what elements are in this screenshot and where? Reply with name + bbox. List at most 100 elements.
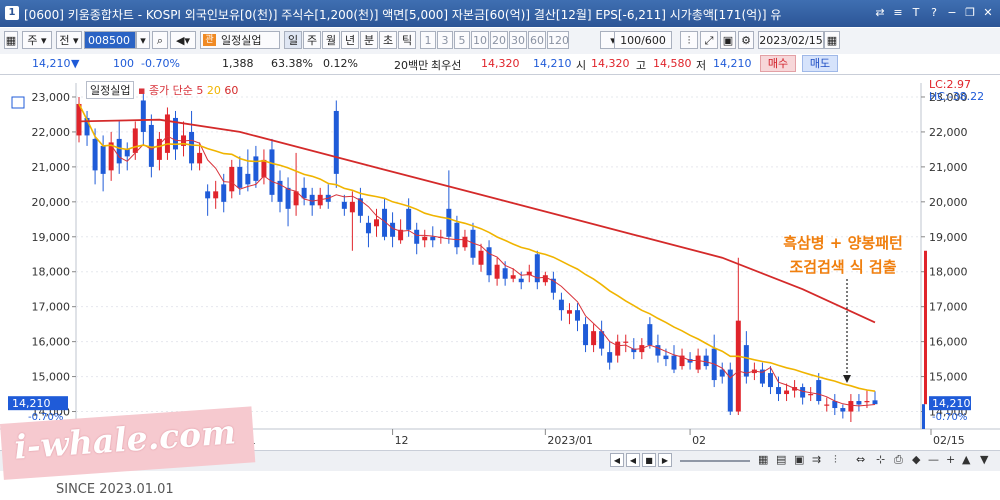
interval-button-5[interactable]: 5: [454, 31, 470, 49]
link-icon[interactable]: ⇄: [872, 4, 888, 21]
stop-icon[interactable]: ■: [642, 453, 656, 467]
first-icon[interactable]: ◀: [610, 453, 624, 467]
restore-icon[interactable]: ❐: [962, 4, 978, 21]
amount-label: 20백만: [394, 59, 429, 72]
x-tick-label-4: 02/15: [933, 434, 965, 447]
count-input[interactable]: 100/600: [614, 31, 672, 49]
buy-button[interactable]: 매수: [760, 55, 796, 72]
layout-icon[interactable]: ▦: [4, 31, 18, 49]
fit-icon[interactable]: ⇔: [856, 453, 865, 466]
volume-ratio: 63.38%: [271, 57, 313, 70]
down-arrow-icon: ▼: [71, 57, 80, 70]
period-button-2[interactable]: 월: [322, 31, 340, 49]
sound-icon[interactable]: ◀▾: [170, 31, 196, 49]
crosshair-icon[interactable]: ⊹: [876, 453, 885, 466]
stock-code-input[interactable]: 008500: [84, 31, 136, 49]
candle-body-54: [510, 275, 516, 279]
right-tick-label-16000: 16,000: [929, 336, 968, 349]
x-tick-label-1: 12: [395, 434, 409, 447]
candle-body-86: [767, 373, 773, 388]
candle-body-58: [542, 275, 548, 283]
best-quote-label: 최우선: [431, 59, 462, 72]
low-label: 저: [696, 59, 707, 72]
x-tick-label-3: 02: [692, 434, 706, 447]
interval-button-3[interactable]: 3: [437, 31, 453, 49]
legend-ma-text: 종가 단순: [148, 84, 193, 97]
candle-body-93: [824, 404, 830, 406]
interval-button-120[interactable]: 120: [547, 31, 569, 49]
legend-ma60: 60: [224, 84, 239, 97]
text-icon[interactable]: T: [908, 4, 924, 21]
interval-button-10[interactable]: 10: [471, 31, 489, 49]
candle-body-68: [623, 341, 629, 343]
right-tick-label-19000: 19,000: [929, 231, 968, 244]
candle-body-19: [229, 166, 235, 192]
chart-type-icon[interactable]: ⫶: [680, 31, 698, 49]
date-input[interactable]: 2023/02/15: [758, 31, 824, 49]
interval-button-30[interactable]: 30: [509, 31, 527, 49]
sell-button[interactable]: 매도: [802, 55, 838, 72]
period-button-4[interactable]: 분: [360, 31, 378, 49]
toolbar: ▦ 주 ▾ 전 ▾ 008500 ▾ ⌕ ◀▾ 관 일정실업 일주월년분초틱 1…: [0, 28, 1000, 55]
search-icon[interactable]: ⌕: [152, 31, 168, 49]
minimize-icon[interactable]: −: [944, 4, 960, 21]
save-icon[interactable]: ▣: [720, 31, 736, 49]
table-icon[interactable]: ▤: [776, 453, 786, 466]
period-button-3[interactable]: 년: [341, 31, 359, 49]
period-button-5[interactable]: 초: [379, 31, 397, 49]
tools-icon[interactable]: ≡: [890, 4, 906, 21]
period-button-0[interactable]: 일: [284, 31, 302, 49]
close-icon[interactable]: ✕: [980, 4, 996, 21]
interval-button-20[interactable]: 20: [490, 31, 508, 49]
candle-body-33: [341, 201, 347, 209]
current-price: 14,210: [32, 57, 71, 70]
right-tick-label-20000: 20,000: [929, 196, 968, 209]
low-price: 14,210: [713, 57, 752, 70]
candle-body-72: [655, 345, 661, 356]
candle-body-60: [558, 299, 564, 311]
best-ask: 14,320: [481, 57, 520, 70]
candle-body-36: [365, 222, 371, 234]
right-tick-label-15000: 15,000: [929, 371, 968, 384]
copy-icon[interactable]: ▣: [794, 453, 804, 466]
next-icon[interactable]: ▶: [658, 453, 672, 467]
prev-icon[interactable]: ◀: [626, 453, 640, 467]
print-icon[interactable]: ⎙: [894, 453, 903, 467]
period-button-1[interactable]: 주: [303, 31, 321, 49]
marker-icon[interactable]: ◆: [912, 453, 920, 466]
zoom-slider[interactable]: [680, 460, 750, 462]
settings-icon[interactable]: ⚙: [738, 31, 754, 49]
candle-body-62: [575, 310, 580, 321]
calendar-icon[interactable]: ▦: [824, 31, 840, 49]
candle-body-48: [462, 236, 468, 248]
code-dropdown-icon[interactable]: ▾: [136, 31, 150, 49]
candle-body-44: [430, 236, 436, 241]
candle-body-88: [784, 390, 790, 395]
turnover-rate: 0.12%: [323, 57, 358, 70]
candle-body-47: [454, 222, 460, 248]
right-tick-label-21000: 21,000: [929, 161, 968, 174]
grid-icon[interactable]: ▦: [758, 453, 768, 466]
candle-body-39: [390, 222, 396, 237]
help-icon[interactable]: ?: [926, 4, 942, 21]
annotation-line-2: 조검검색 식 검출: [789, 258, 897, 276]
interval-button-60[interactable]: 60: [528, 31, 546, 49]
since-caption: SINCE 2023.01.01: [56, 482, 174, 497]
period-unit-select[interactable]: 주 ▾: [22, 31, 52, 49]
range-select[interactable]: 전 ▾: [56, 31, 82, 49]
candle-body-83: [743, 345, 749, 377]
candle-icon[interactable]: ⫶: [834, 453, 837, 467]
annotation-line-1: 흑삼병 + 양봉패턴: [783, 234, 903, 252]
stock-name-field[interactable]: 관 일정실업: [200, 31, 280, 49]
scroll-up-icon[interactable]: ▲: [962, 453, 970, 466]
candle-body-17: [213, 191, 219, 199]
scroll-down-icon[interactable]: ▼: [980, 453, 988, 466]
period-button-6[interactable]: 틱: [398, 31, 416, 49]
draw-icon[interactable]: ⤢: [700, 31, 718, 49]
candle-body-77: [695, 355, 701, 370]
candle-body-42: [414, 229, 420, 244]
zoom-in-icon[interactable]: +: [946, 453, 955, 466]
interval-button-1[interactable]: 1: [420, 31, 436, 49]
zoom-out-icon[interactable]: —: [928, 453, 939, 466]
arrows-icon[interactable]: ⇉: [812, 453, 821, 466]
